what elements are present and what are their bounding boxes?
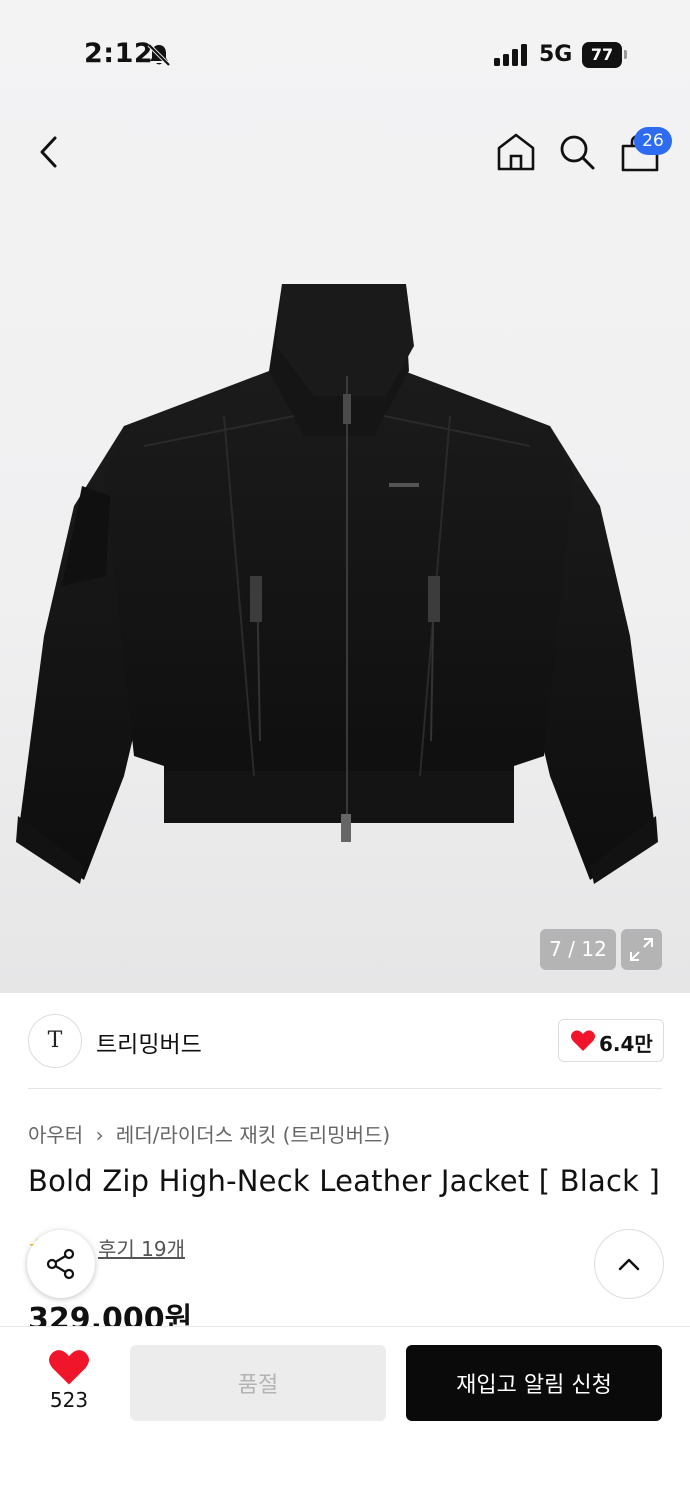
share-icon bbox=[46, 1248, 75, 1280]
gallery-pager: 7 / 12 bbox=[540, 929, 616, 970]
review-link[interactable]: 후기 19개 bbox=[98, 1233, 185, 1262]
brand-like-button[interactable]: 6.4만 bbox=[558, 1019, 664, 1062]
share-button[interactable] bbox=[27, 1230, 95, 1298]
expand-icon[interactable] bbox=[621, 929, 662, 970]
product-jacket-image[interactable] bbox=[14, 276, 660, 886]
divider bbox=[28, 1088, 662, 1089]
chevron-right-icon: › bbox=[95, 1123, 104, 1147]
battery-level: 77 bbox=[582, 42, 622, 68]
brand-name[interactable]: 트리밍버드 bbox=[96, 1025, 202, 1059]
wishlist-count: 523 bbox=[49, 1388, 89, 1412]
back-icon[interactable] bbox=[30, 132, 70, 172]
signal-icon bbox=[494, 44, 527, 66]
soldout-button[interactable]: 품절 bbox=[130, 1345, 386, 1421]
scroll-top-button[interactable] bbox=[594, 1229, 664, 1299]
brand-like-count: 6.4만 bbox=[599, 1032, 653, 1056]
chevron-up-icon bbox=[618, 1258, 640, 1271]
breadcrumb-category[interactable]: 아우터 bbox=[28, 1123, 83, 1147]
heart-icon bbox=[571, 1030, 595, 1051]
restock-alert-button[interactable]: 재입고 알림 신청 bbox=[406, 1345, 662, 1421]
wishlist-heart-icon[interactable] bbox=[49, 1349, 89, 1385]
bell-muted-icon bbox=[147, 43, 171, 67]
product-title: Bold Zip High-Neck Leather Jacket [ Blac… bbox=[28, 1164, 661, 1198]
battery-icon: 77 bbox=[582, 42, 628, 68]
breadcrumb: 아우터 › 레더/라이더스 재킷 (트리밍버드) bbox=[28, 1119, 390, 1148]
cart-count-badge: 26 bbox=[634, 127, 672, 155]
brand-logo[interactable]: T bbox=[28, 1014, 82, 1068]
status-time: 2:12 bbox=[84, 38, 154, 69]
home-icon[interactable] bbox=[496, 132, 536, 172]
network-label: 5G bbox=[539, 42, 573, 67]
search-icon[interactable] bbox=[557, 132, 597, 172]
breadcrumb-subcategory[interactable]: 레더/라이더스 재킷 (트리밍버드) bbox=[116, 1123, 390, 1147]
